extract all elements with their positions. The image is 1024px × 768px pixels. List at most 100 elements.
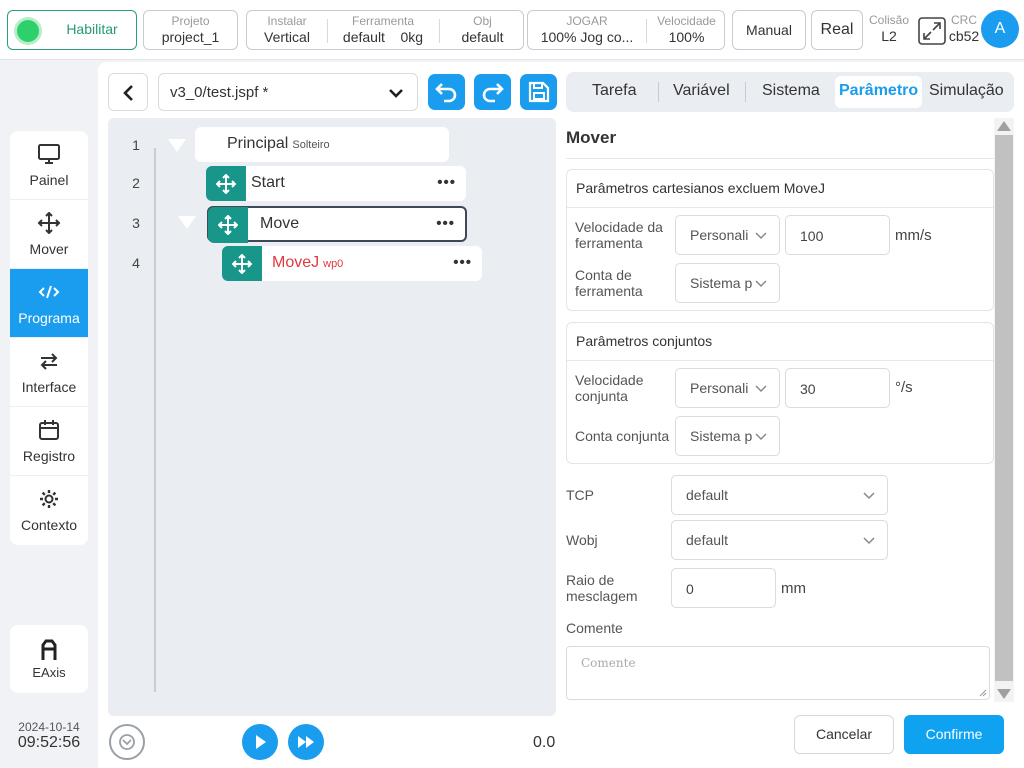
save-button[interactable]	[520, 74, 557, 110]
nav-label: Mover	[29, 241, 69, 257]
expand-icon[interactable]	[918, 17, 946, 45]
scrollbar-thumb[interactable]	[995, 135, 1013, 681]
select-value: Sistema p	[690, 428, 752, 444]
tool-speed-mode-select[interactable]: Personali	[675, 215, 780, 255]
tree-node-move[interactable]: Move •••	[207, 206, 467, 243]
drag-handle[interactable]	[208, 207, 248, 243]
blend-radius-input[interactable]: 0	[671, 568, 776, 608]
comment-textarea[interactable]: Comente	[566, 646, 990, 700]
tool-speed-input[interactable]: 100	[785, 215, 890, 255]
line-number: 3	[132, 215, 140, 231]
install-tool-obj-panel[interactable]: Instalar Vertical Ferramenta default 0kg…	[246, 10, 524, 50]
enable-button[interactable]: Habilitar	[7, 10, 137, 50]
scroll-up-arrow-icon[interactable]	[997, 121, 1011, 131]
chevron-left-icon	[123, 85, 133, 101]
obj-cell[interactable]: Obj default	[440, 11, 525, 46]
wobj-select[interactable]: default	[671, 520, 888, 560]
joint-speed-input[interactable]: 30	[785, 368, 890, 408]
select-value: default	[686, 487, 729, 503]
input-value: 0	[686, 581, 694, 597]
resize-handle-icon[interactable]	[979, 689, 987, 697]
unit-label: mm/s	[895, 227, 932, 244]
input-value: 30	[800, 381, 816, 397]
play-button[interactable]	[242, 724, 278, 760]
clock-date: 2024-10-14	[18, 720, 80, 734]
redo-button[interactable]	[474, 74, 511, 110]
select-value: Sistema p	[690, 275, 752, 291]
nav-item-interface[interactable]: Interface	[10, 338, 88, 407]
nav-item-mover[interactable]: Mover	[10, 200, 88, 269]
joint-account-label: Conta conjunta	[575, 428, 670, 444]
tab-tarefa[interactable]: Tarefa	[592, 82, 636, 100]
collapse-triangle-icon[interactable]	[168, 139, 186, 152]
drag-handle[interactable]	[222, 246, 262, 281]
obj-value: default	[461, 29, 504, 45]
manual-mode-button[interactable]: Manual	[732, 10, 806, 50]
joint-speed-mode-select[interactable]: Personali	[675, 368, 780, 408]
drag-handle[interactable]	[206, 166, 246, 201]
tree-node-start[interactable]: Start •••	[206, 166, 466, 201]
nav-item-programa[interactable]: Programa	[10, 269, 88, 338]
comment-label: Comente	[566, 620, 623, 636]
back-button[interactable]	[108, 73, 148, 111]
more-icon[interactable]: •••	[436, 215, 455, 232]
collision-value: L2	[881, 28, 897, 44]
tool-speed-label: Velocidade da ferramenta	[575, 219, 663, 251]
blend-radius-label: Raio de mesclagem	[566, 572, 638, 604]
jog-cell[interactable]: JOGAR 100% Jog co...	[528, 11, 646, 46]
collision-level[interactable]: Colisão L2	[866, 14, 912, 45]
chevron-down-icon	[863, 537, 875, 545]
tool-payload: 0kg	[400, 29, 424, 45]
play-speed-panel[interactable]: JOGAR 100% Jog co... Velocidade 100%	[527, 10, 725, 50]
input-value: 100	[800, 228, 824, 244]
tree-node-principal[interactable]: Principal Solteiro	[195, 127, 449, 162]
fast-forward-button[interactable]	[288, 724, 324, 760]
step-control-button[interactable]	[109, 724, 145, 760]
tcp-select[interactable]: default	[671, 475, 888, 515]
tree-node-movej[interactable]: MoveJ wp0 •••	[222, 246, 482, 281]
speed-value: 100%	[668, 29, 705, 45]
install-value: Vertical	[264, 29, 310, 45]
tool-account-label: Conta de ferramenta	[575, 267, 643, 299]
avatar[interactable]: A	[981, 10, 1019, 48]
file-selector[interactable]: v3_0/test.jspf *	[158, 73, 418, 111]
nav-item-contexto[interactable]: Contexto	[10, 476, 88, 545]
run-speed-value: 0.0	[533, 734, 556, 751]
line-number: 4	[132, 255, 140, 271]
tool-account-select[interactable]: Sistema p	[675, 263, 780, 303]
project-selector[interactable]: Projeto project_1	[143, 10, 238, 50]
nav-item-eaxis[interactable]: EAxis	[10, 625, 88, 693]
tab-simulacao[interactable]: Simulação	[929, 82, 1004, 100]
cancel-button[interactable]: Cancelar	[794, 715, 894, 754]
tab-sistema[interactable]: Sistema	[762, 82, 820, 100]
tool-value: default 0kg	[328, 28, 438, 46]
nav-label: EAxis	[32, 665, 66, 680]
divider	[567, 207, 993, 208]
speed-cell[interactable]: Velocidade 100%	[647, 11, 726, 46]
scroll-down-arrow-icon[interactable]	[997, 689, 1011, 699]
tab-parametro[interactable]: Parâmetro	[839, 82, 918, 100]
nav-label: Registro	[22, 448, 76, 464]
divider	[566, 158, 994, 159]
joint-account-select[interactable]: Sistema p	[675, 416, 780, 456]
more-icon[interactable]: •••	[437, 174, 456, 191]
collapse-triangle-icon[interactable]	[178, 216, 196, 229]
nav-item-painel[interactable]: Painel	[10, 131, 88, 200]
node-title: Start	[251, 174, 285, 191]
line-number: 1	[132, 137, 140, 153]
tool-cell[interactable]: Ferramenta default 0kg	[328, 11, 438, 46]
nav-label: Painel	[29, 172, 69, 188]
chevron-down-icon	[389, 89, 403, 98]
tab-variavel[interactable]: Variável	[673, 82, 730, 100]
real-mode-button[interactable]: Real	[811, 10, 863, 50]
collision-label: Colisão	[868, 13, 910, 27]
monitor-icon	[38, 144, 60, 164]
wobj-label: Wobj	[566, 532, 598, 548]
more-icon[interactable]: •••	[453, 254, 472, 271]
unit-label: °/s	[895, 379, 913, 396]
undo-button[interactable]	[428, 74, 465, 110]
nav-item-registro[interactable]: Registro	[10, 407, 88, 476]
confirm-button[interactable]: Confirme	[904, 715, 1004, 754]
install-cell[interactable]: Instalar Vertical	[247, 11, 327, 46]
comment-placeholder: Comente	[581, 656, 636, 670]
